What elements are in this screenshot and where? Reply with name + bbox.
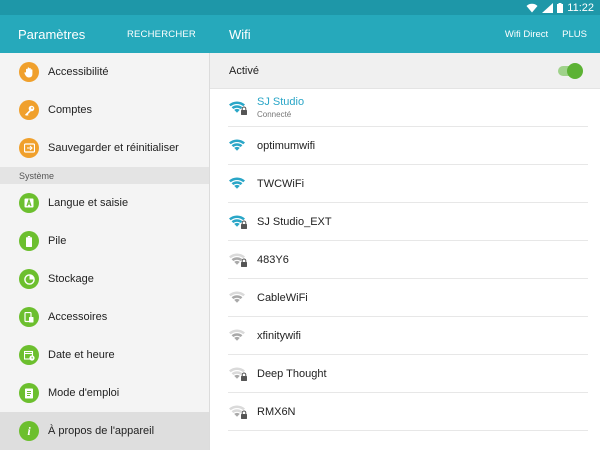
wifi-network-item[interactable]: RMX6N bbox=[228, 393, 588, 431]
wifi-panel: Activé SJ Studio Connecté optimumwifi TWCWi… bbox=[210, 53, 600, 450]
info-icon: i bbox=[19, 421, 39, 441]
hand-icon bbox=[19, 62, 39, 82]
wifi-toggle-label: Activé bbox=[229, 64, 259, 77]
sidebar-item-accessories[interactable]: Accessoires bbox=[0, 298, 209, 336]
wifi-network-name: SJ Studio_EXT bbox=[257, 215, 332, 228]
wifi-network-item[interactable]: xfinitywifi bbox=[228, 317, 588, 355]
wifi-secured-icon bbox=[228, 214, 248, 230]
sidebar-item-backup-reset[interactable]: Sauvegarder et réinitialiser bbox=[0, 129, 209, 167]
wifi-header: Wifi Wifi Direct PLUS bbox=[210, 15, 600, 53]
sidebar-item-battery[interactable]: Pile bbox=[0, 222, 209, 260]
sidebar-item-label: À propos de l'appareil bbox=[48, 425, 155, 437]
wifi-network-item[interactable]: 483Y6 bbox=[228, 241, 588, 279]
wifi-network-item[interactable]: TWCWiFi bbox=[228, 165, 588, 203]
wifi-network-item[interactable]: SJ Studio_EXT bbox=[228, 203, 588, 241]
sidebar-item-label: Accessoires bbox=[48, 311, 108, 323]
wifi-network-name: optimumwifi bbox=[257, 139, 316, 152]
manual-icon bbox=[19, 383, 39, 403]
wifi-network-name: xfinitywifi bbox=[257, 329, 302, 342]
wifi-toggle-row[interactable]: Activé bbox=[210, 53, 600, 89]
wifi-signal-icon bbox=[228, 290, 248, 306]
language-icon bbox=[19, 193, 39, 213]
settings-sidebar: Accessibilité Comptes Sauvegarder et réi… bbox=[0, 53, 210, 450]
wifi-network-name: SJ Studio bbox=[257, 96, 305, 108]
sidebar-item-label: Date et heure bbox=[48, 349, 115, 361]
sidebar-item-language-input[interactable]: Langue et saisie bbox=[0, 184, 209, 222]
wifi-network-name: CableWiFi bbox=[257, 291, 308, 304]
sidebar-item-label: Stockage bbox=[48, 273, 94, 285]
battery-icon bbox=[19, 231, 39, 251]
search-button[interactable]: RECHERCHER bbox=[127, 29, 196, 40]
sidebar-item-label: Mode d'emploi bbox=[48, 387, 120, 399]
sidebar-item-label: Sauvegarder et réinitialiser bbox=[48, 142, 179, 154]
section-header-system: Système bbox=[0, 167, 209, 184]
sidebar-item-user-manual[interactable]: Mode d'emploi bbox=[0, 374, 209, 412]
wifi-network-name: 483Y6 bbox=[257, 253, 289, 266]
sidebar-item-label: Langue et saisie bbox=[48, 197, 129, 209]
calendar-icon bbox=[19, 345, 39, 365]
wifi-network-status: Connecté bbox=[257, 110, 292, 119]
sidebar-item-label: Accessibilité bbox=[48, 66, 109, 78]
sidebar-item-label: Comptes bbox=[48, 104, 93, 116]
backup-icon bbox=[19, 138, 39, 158]
wifi-secured-icon bbox=[228, 100, 248, 116]
wifi-secured-icon bbox=[228, 366, 248, 382]
wifi-signal-icon bbox=[228, 176, 248, 192]
wifi-network-item[interactable]: CableWiFi bbox=[228, 279, 588, 317]
settings-header: Paramètres RECHERCHER bbox=[0, 15, 210, 53]
wifi-status-icon bbox=[526, 3, 538, 13]
sidebar-item-accessibility[interactable]: Accessibilité bbox=[0, 53, 209, 91]
wifi-signal-icon bbox=[228, 328, 248, 344]
wifi-secured-icon bbox=[228, 404, 248, 420]
sidebar-item-date-time[interactable]: Date et heure bbox=[0, 336, 209, 374]
accessories-icon bbox=[19, 307, 39, 327]
wifi-network-name: RMX6N bbox=[257, 405, 296, 418]
sidebar-item-label: Pile bbox=[48, 235, 67, 247]
wifi-network-list: SJ Studio Connecté optimumwifi TWCWiFi SJ St… bbox=[228, 89, 588, 431]
key-icon bbox=[19, 100, 39, 120]
sidebar-item-accounts[interactable]: Comptes bbox=[0, 91, 209, 129]
wifi-network-item[interactable]: SJ Studio Connecté bbox=[228, 89, 588, 127]
signal-icon bbox=[542, 2, 554, 13]
sidebar-item-about-device[interactable]: i À propos de l'appareil bbox=[0, 412, 209, 450]
wifi-secured-icon bbox=[228, 252, 248, 268]
sidebar-item-storage[interactable]: Stockage bbox=[0, 260, 209, 298]
wifi-title: Wifi bbox=[229, 26, 251, 42]
wifi-network-item[interactable]: Deep Thought bbox=[228, 355, 588, 393]
settings-title: Paramètres bbox=[18, 26, 86, 42]
wifi-network-name: TWCWiFi bbox=[257, 177, 305, 190]
wifi-network-name: Deep Thought bbox=[257, 367, 327, 380]
wifi-signal-icon bbox=[228, 138, 248, 154]
storage-icon bbox=[19, 269, 39, 289]
status-bar: 11:22 bbox=[0, 0, 600, 15]
battery-status-icon bbox=[557, 2, 564, 13]
wifi-toggle-switch[interactable] bbox=[558, 62, 583, 79]
wifi-network-item[interactable]: optimumwifi bbox=[228, 127, 588, 165]
clock: 11:22 bbox=[567, 1, 594, 14]
more-button[interactable]: PLUS bbox=[562, 29, 587, 40]
wifi-direct-button[interactable]: Wifi Direct bbox=[505, 29, 548, 40]
